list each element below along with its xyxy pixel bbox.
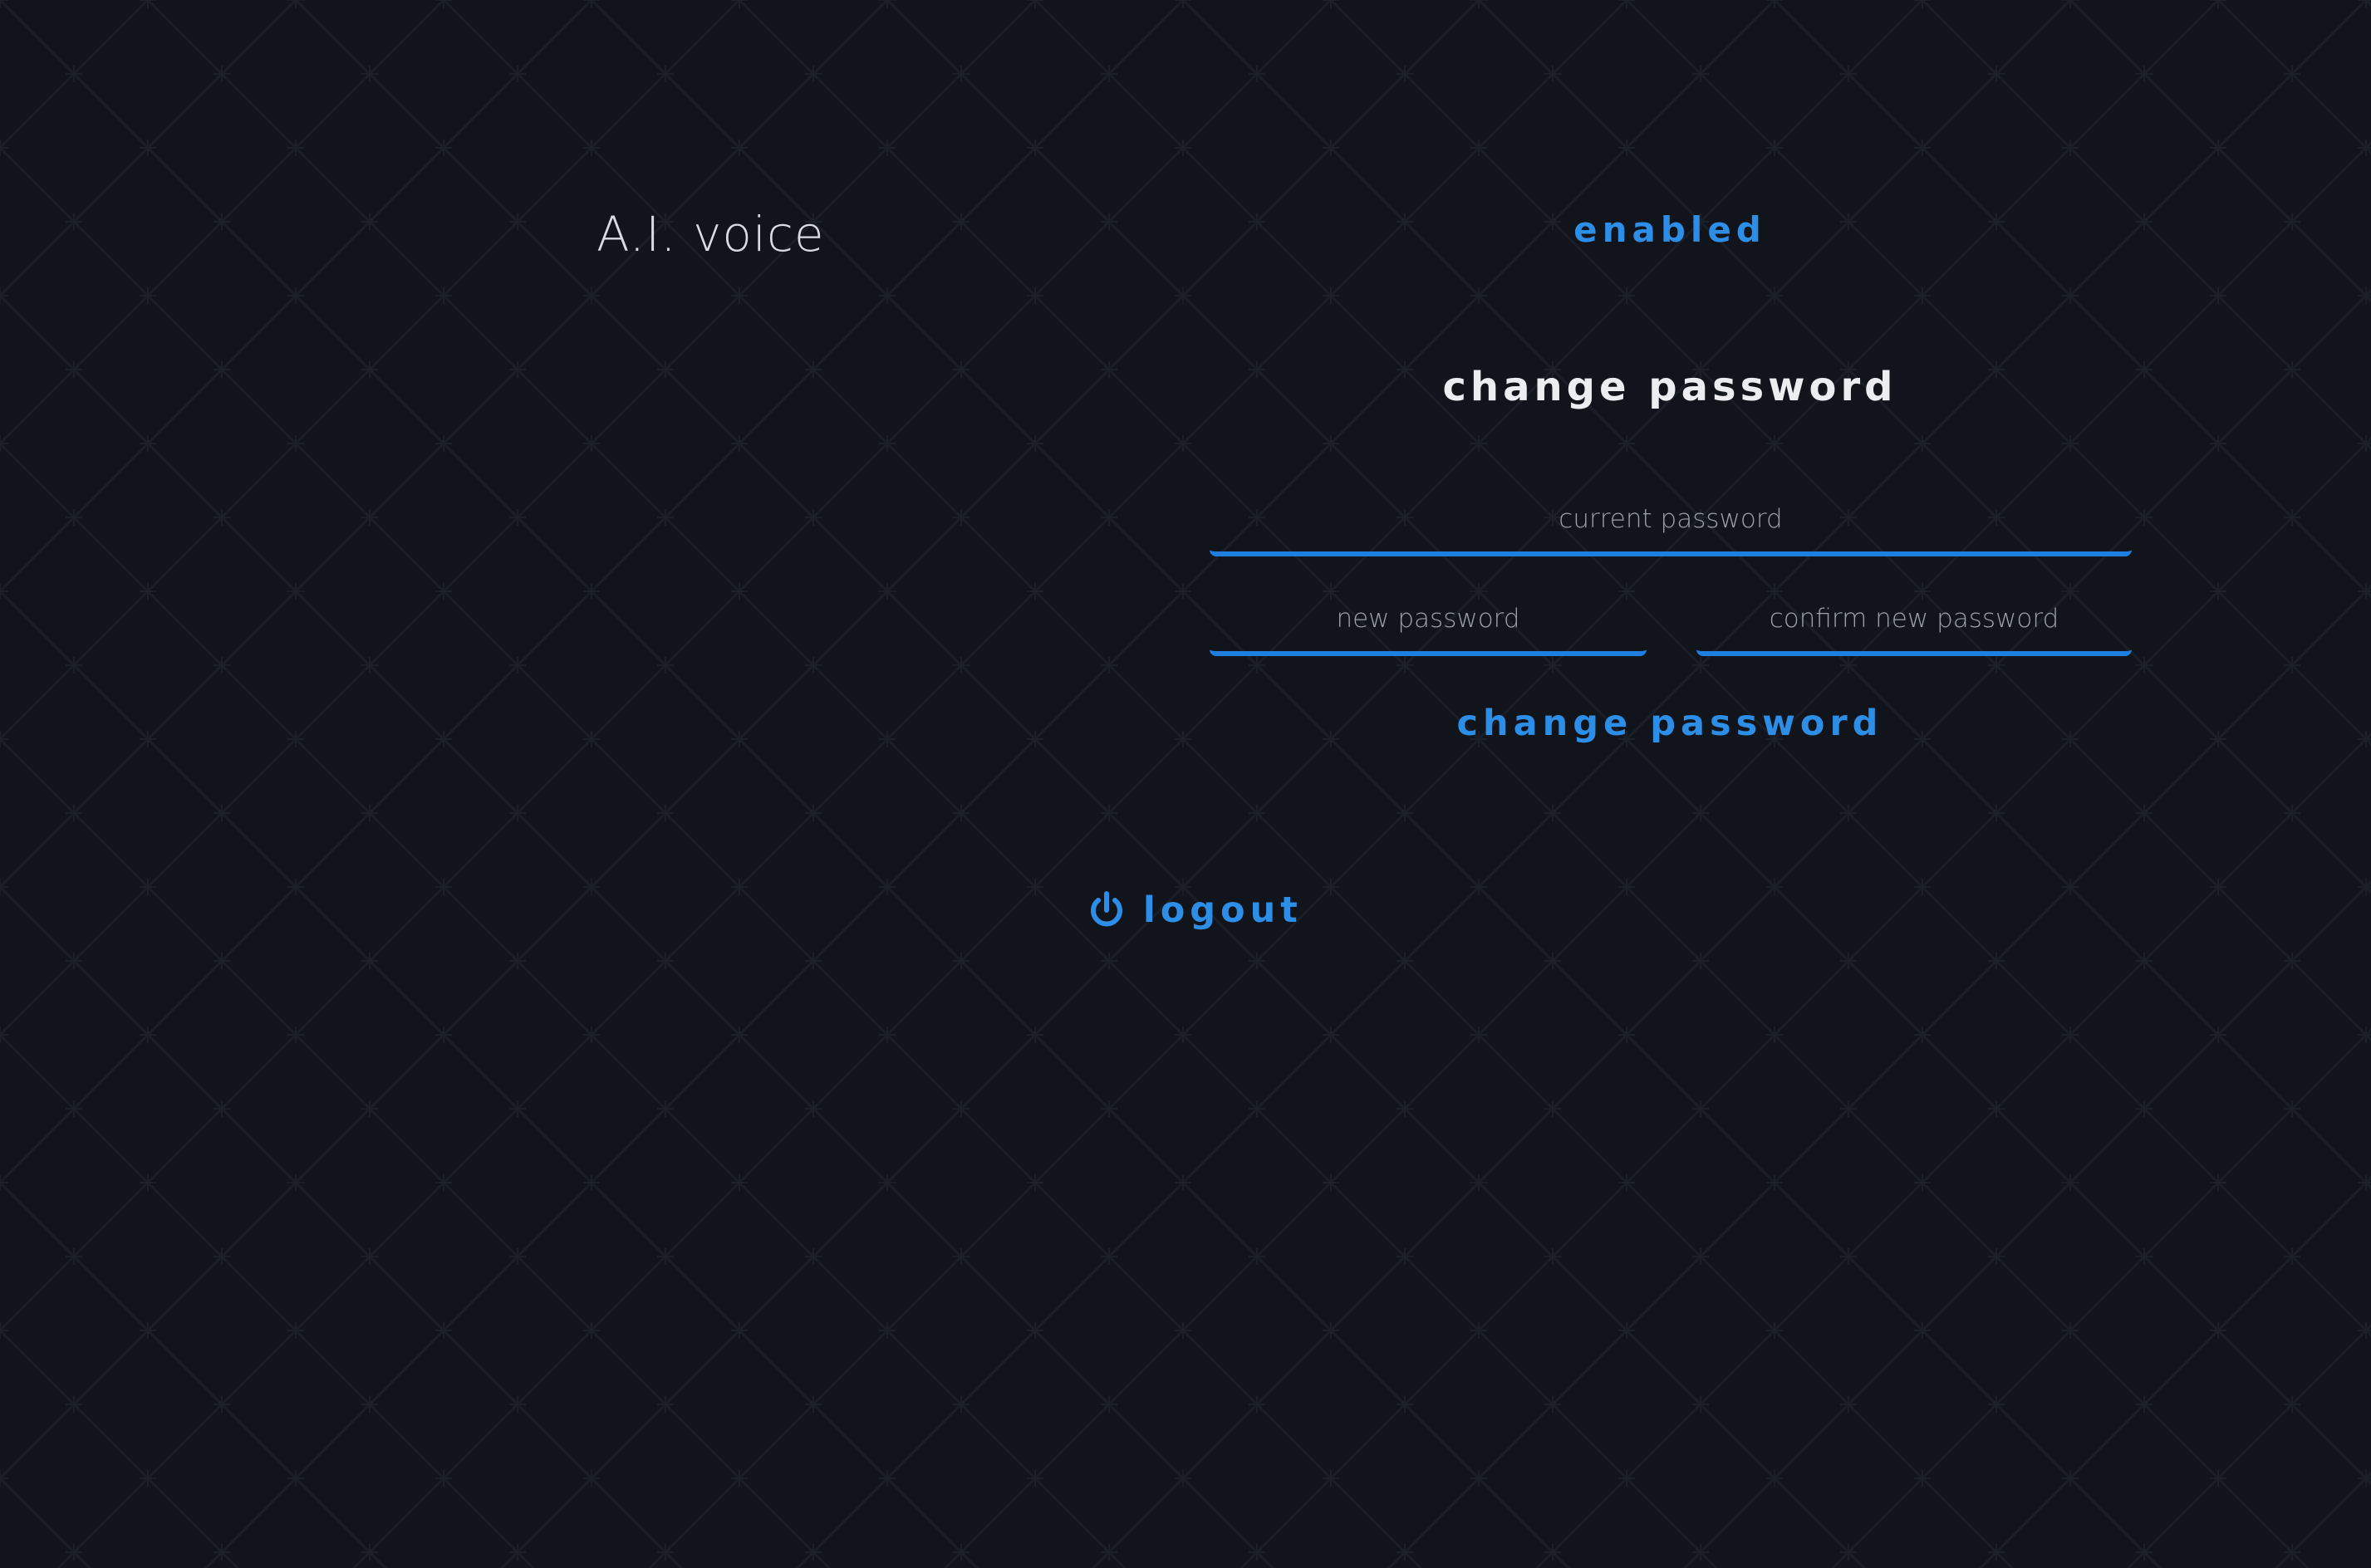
logout-button[interactable]: logout bbox=[1088, 885, 1303, 935]
new-password-field bbox=[1210, 586, 1647, 656]
change-password-button[interactable]: change password bbox=[1329, 703, 2010, 744]
confirm-password-input[interactable] bbox=[1696, 586, 2132, 651]
confirm-password-field bbox=[1696, 586, 2132, 656]
power-icon bbox=[1091, 891, 1122, 927]
ai-voice-label: A.I. voice bbox=[596, 206, 825, 262]
background-pattern bbox=[0, 0, 2371, 1568]
change-password-title: change password bbox=[1442, 364, 1897, 410]
new-password-input[interactable] bbox=[1210, 586, 1647, 651]
current-password-field bbox=[1210, 487, 2132, 556]
logout-label: logout bbox=[1143, 889, 1303, 931]
ai-voice-toggle[interactable]: enabled bbox=[1462, 209, 1878, 250]
current-password-input[interactable] bbox=[1210, 487, 2132, 551]
